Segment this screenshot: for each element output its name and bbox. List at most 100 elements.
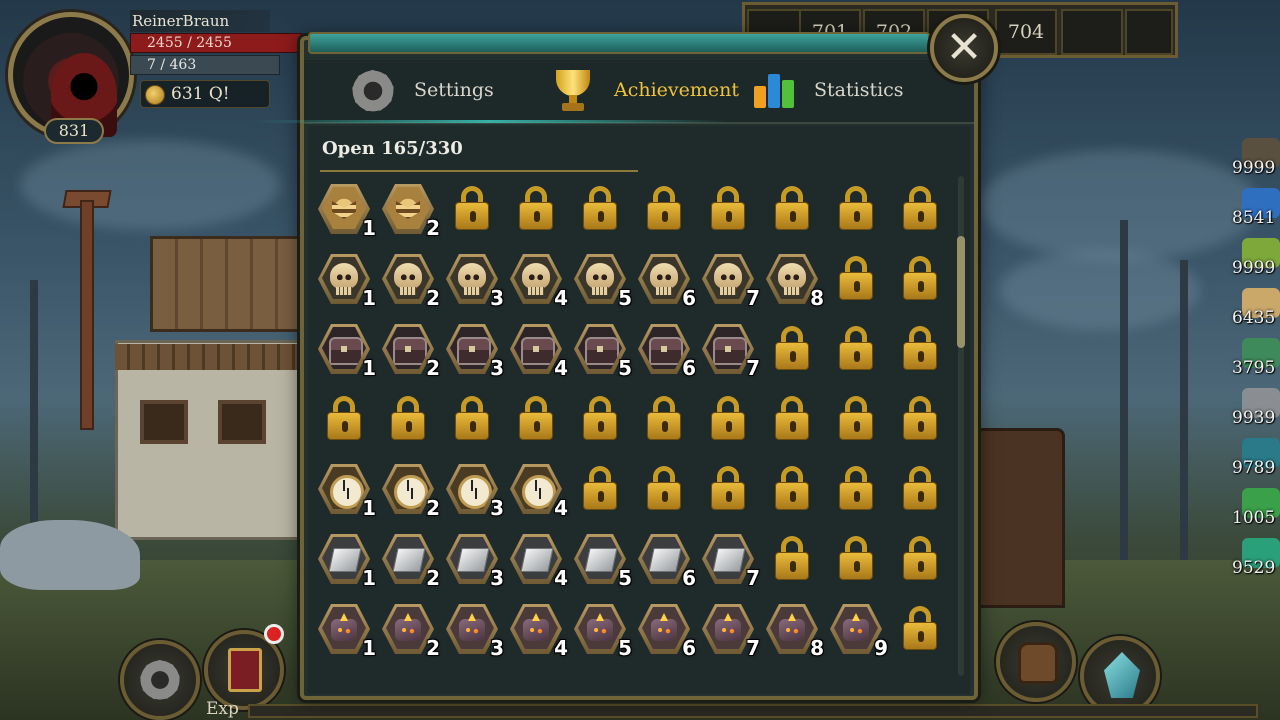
locked-achievement[interactable] [828,250,884,306]
achievement-badge[interactable]: 6 [636,320,696,380]
locked-achievement[interactable] [700,180,756,236]
locked-achievement[interactable] [828,390,884,446]
locked-achievement[interactable] [828,320,884,376]
resource-item[interactable]: 8541 [1232,186,1280,232]
achievement-level: 2 [426,356,440,380]
locked-achievement[interactable] [764,530,820,586]
achievement-badge[interactable]: 3 [444,460,504,520]
locked-achievement[interactable] [892,320,948,376]
resource-item[interactable]: 9939 [1232,386,1280,432]
achievement-badge[interactable]: 5 [572,530,632,590]
close-button[interactable]: ✕ [930,14,998,82]
achievement-badge[interactable]: 7 [700,530,760,590]
exp-bar [248,704,1258,718]
locked-achievement[interactable] [892,460,948,516]
resource-item[interactable]: 9999 [1232,136,1280,182]
achievement-badge[interactable]: 4 [508,250,568,310]
resource-item[interactable]: 9529 [1232,536,1280,582]
achievement-badge[interactable]: 2 [380,320,440,380]
settings-round-button[interactable] [120,640,200,720]
locked-achievement[interactable] [444,180,500,236]
resource-item[interactable]: 1005 [1232,486,1280,532]
locked-achievement[interactable] [892,180,948,236]
locked-achievement[interactable] [764,320,820,376]
achievement-badge[interactable]: 1 [316,250,376,310]
achievement-badge[interactable]: 5 [572,250,632,310]
resource-item[interactable]: 3795 [1232,336,1280,382]
achievement-badge[interactable]: 6 [636,530,696,590]
locked-achievement[interactable] [572,460,628,516]
locked-achievement[interactable] [828,460,884,516]
achievement-level: 5 [618,356,632,380]
hotbar-slot[interactable]: 704 [995,9,1057,55]
scrollbar-thumb[interactable] [957,236,965,348]
resource-item[interactable]: 6435 [1232,286,1280,332]
achievement-level: 8 [810,286,824,310]
achievement-badge[interactable]: 8 [764,250,824,310]
achievement-level: 3 [490,636,504,660]
locked-achievement[interactable] [380,390,436,446]
achievement-badge[interactable]: 3 [444,320,504,380]
achievement-level: 1 [362,636,376,660]
lock-body [583,202,617,230]
achievement-badge[interactable]: 5 [572,600,632,660]
achievement-badge[interactable]: 6 [636,250,696,310]
inventory-bag-button[interactable] [996,622,1076,702]
hotbar-slot[interactable] [1125,9,1173,55]
locked-achievement[interactable] [572,390,628,446]
achievement-badge[interactable]: 7 [700,250,760,310]
achievement-badge[interactable]: 9 [828,600,888,660]
achievement-badge[interactable]: 2 [380,530,440,590]
achievement-badge[interactable]: 3 [444,600,504,660]
achievement-level: 7 [746,566,760,590]
achievement-badge[interactable]: 1 [316,530,376,590]
locked-achievement[interactable] [508,180,564,236]
locked-achievement[interactable] [444,390,500,446]
achievement-badge[interactable]: 7 [700,600,760,660]
achievement-badge[interactable]: 6 [636,600,696,660]
tab-achievement[interactable]: Achievement [550,60,740,122]
achievement-badge[interactable]: 7 [700,320,760,380]
locked-achievement[interactable] [636,180,692,236]
achievement-badge[interactable]: 2 [380,250,440,310]
achievement-level: 4 [554,566,568,590]
hotbar-slot[interactable] [1061,9,1123,55]
locked-achievement[interactable] [764,460,820,516]
locked-achievement[interactable] [700,460,756,516]
tab-settings[interactable]: Settings [346,60,506,122]
achievement-badge[interactable]: 3 [444,530,504,590]
achievement-badge[interactable]: 1 [316,600,376,660]
locked-achievement[interactable] [892,250,948,306]
locked-achievement[interactable] [828,180,884,236]
achievement-badge[interactable]: 1 [316,180,376,240]
achievement-badge[interactable]: 2 [380,460,440,520]
achievement-badge[interactable]: 8 [764,600,824,660]
achievement-badge[interactable]: 4 [508,600,568,660]
locked-achievement[interactable] [508,390,564,446]
locked-achievement[interactable] [636,390,692,446]
achievement-badge[interactable]: 4 [508,530,568,590]
locked-achievement[interactable] [892,390,948,446]
locked-achievement[interactable] [764,390,820,446]
player-level-badge: 831 [44,118,104,144]
tab-statistics[interactable]: Statistics [750,60,910,122]
locked-achievement[interactable] [828,530,884,586]
achievement-badge[interactable]: 1 [316,320,376,380]
locked-achievement[interactable] [700,390,756,446]
resource-item[interactable]: 9999 [1232,236,1280,282]
locked-achievement[interactable] [316,390,372,446]
achievement-badge[interactable]: 4 [508,460,568,520]
locked-achievement[interactable] [572,180,628,236]
achievement-badge[interactable]: 2 [380,600,440,660]
achievement-badge[interactable]: 4 [508,320,568,380]
locked-achievement[interactable] [636,460,692,516]
locked-achievement[interactable] [764,180,820,236]
achievement-badge[interactable]: 5 [572,320,632,380]
locked-achievement[interactable] [892,530,948,586]
achievement-badge[interactable]: 2 [380,180,440,240]
resource-item[interactable]: 9789 [1232,436,1280,482]
lock-body [327,412,361,440]
achievement-badge[interactable]: 1 [316,460,376,520]
locked-achievement[interactable] [892,600,948,656]
achievement-badge[interactable]: 3 [444,250,504,310]
